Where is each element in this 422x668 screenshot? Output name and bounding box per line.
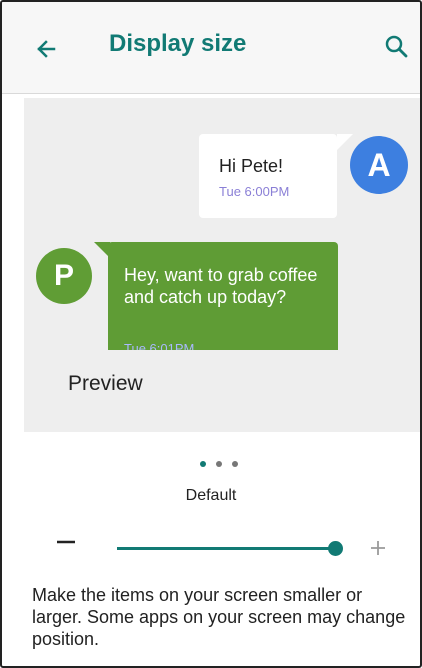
pager-dots — [200, 461, 238, 467]
search-icon — [385, 35, 408, 58]
search-button[interactable] — [383, 32, 413, 62]
app-bar: Display size — [2, 2, 420, 94]
avatar-a: A — [350, 136, 408, 194]
incoming-message-text: Hey, want to grab coffee and catch up to… — [124, 265, 318, 307]
pager-dot[interactable] — [216, 461, 222, 467]
page-title: Display size — [109, 30, 247, 57]
preview-label: Preview — [68, 372, 143, 395]
avatar-p: P — [36, 248, 92, 304]
outgoing-message-bubble: Hi Pete! Tue 6:00PM — [199, 134, 337, 218]
description-text: Make the items on your screen smaller or… — [32, 585, 406, 649]
preview-area: Hi Pete! Tue 6:00PM A P Hey, want to gra… — [24, 98, 420, 432]
outgoing-message-text: Hi Pete! — [219, 156, 284, 176]
incoming-message-bubble: Hey, want to grab coffee and catch up to… — [108, 242, 338, 350]
outgoing-bubble-tail — [337, 134, 353, 150]
back-button[interactable] — [32, 32, 66, 66]
increase-size-button[interactable] — [368, 538, 388, 558]
decrease-size-button[interactable] — [56, 532, 76, 552]
plus-icon — [371, 541, 385, 555]
outgoing-message-time: Tue 6:00PM — [219, 184, 290, 199]
slider-fill — [117, 547, 335, 550]
pager-dot[interactable] — [232, 461, 238, 467]
preview-conversation: Hi Pete! Tue 6:00PM A P Hey, want to gra… — [24, 98, 420, 350]
size-label: Default — [185, 487, 237, 504]
minus-icon — [57, 540, 75, 544]
slider-thumb[interactable] — [328, 541, 343, 556]
pager-dot[interactable] — [200, 461, 206, 467]
incoming-message-time: Tue 6:01PM — [124, 341, 195, 350]
arrow-back-icon — [37, 40, 56, 58]
screen: Display size Hi Pete! Tue 6:00PM A P Hey… — [0, 0, 422, 668]
size-slider[interactable] — [117, 537, 343, 561]
